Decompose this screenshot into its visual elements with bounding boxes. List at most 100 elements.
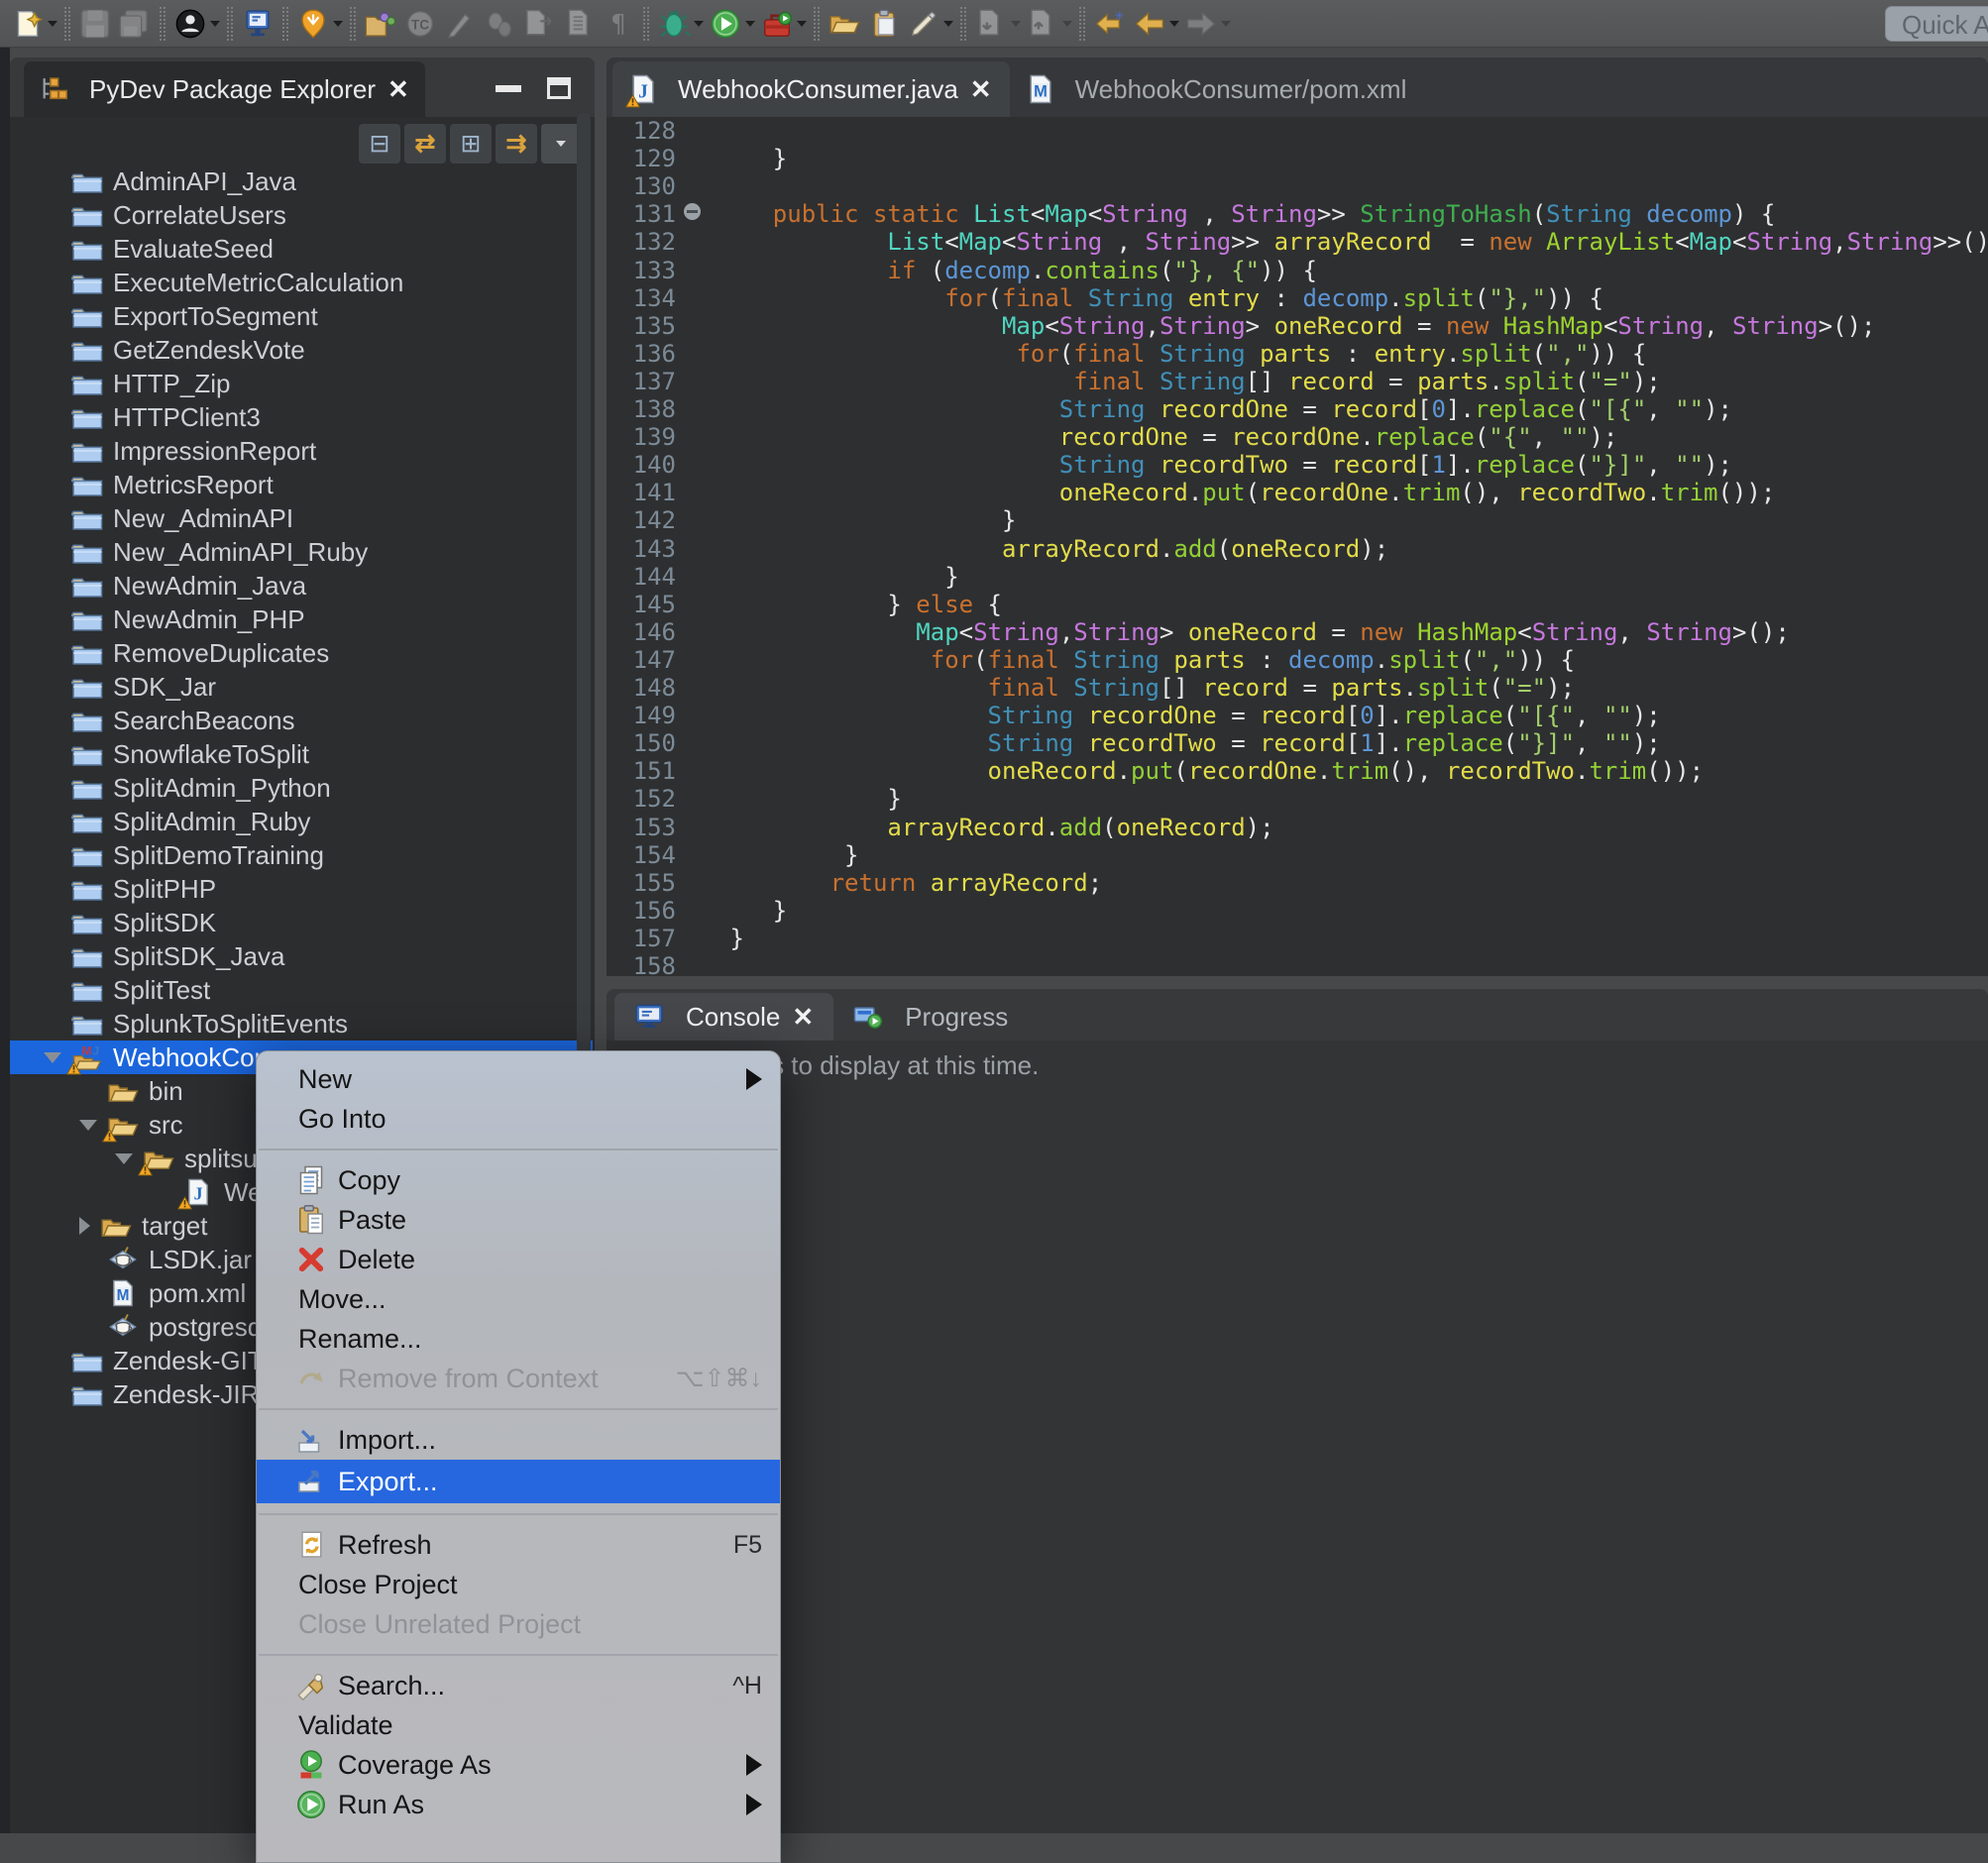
submenu-arrow-icon: [746, 1794, 762, 1815]
link-with-editor-icon[interactable]: ⇄: [404, 124, 446, 164]
menu-item-export[interactable]: Export...: [257, 1460, 780, 1503]
tree-item-httpclient3[interactable]: HTTPClient3: [10, 400, 593, 434]
maximize-view-icon[interactable]: [547, 77, 571, 99]
code-editor[interactable]: 128129 }130131 public static List<Map<St…: [607, 117, 1988, 976]
console-tab-progress[interactable]: Progress: [833, 993, 1028, 1041]
editor-tab-webhookconsumer-pom-xml[interactable]: MWebhookConsumer/pom.xml: [1010, 61, 1425, 117]
tree-item-http-zip[interactable]: HTTP_Zip: [10, 367, 593, 400]
tree-item-snowflaketosplit[interactable]: SnowflakeToSplit: [10, 737, 593, 771]
menu-item-move[interactable]: Move...: [257, 1279, 780, 1319]
menu-item-rename[interactable]: Rename...: [257, 1319, 780, 1359]
debug-icon[interactable]: [656, 5, 692, 43]
menu-item-paste[interactable]: Paste: [257, 1200, 780, 1240]
checkstyle-icon[interactable]: [295, 5, 331, 43]
fold-collapse-icon[interactable]: [676, 200, 716, 228]
user-profile-icon[interactable]: [172, 5, 208, 43]
tree-item-label: SearchBeacons: [113, 706, 295, 736]
tree-item-getzendeskvote[interactable]: GetZendeskVote: [10, 333, 593, 367]
back-arrow-icon-dropdown[interactable]: [1169, 21, 1179, 27]
open-folder-icon: [100, 1212, 132, 1240]
back-history-icon[interactable]: ✳: [1092, 5, 1128, 43]
code-line-128: 128: [607, 117, 1988, 145]
close-icon[interactable]: ✕: [792, 1002, 814, 1033]
code-line-138: 138 String recordOne = record[0].replace…: [607, 395, 1988, 423]
menu-item-label: Refresh: [338, 1530, 432, 1561]
run-icon-dropdown[interactable]: [745, 21, 755, 27]
tree-item-executemetriccalculation[interactable]: ExecuteMetricCalculation: [10, 266, 593, 299]
tree-item-splunktosplitevents[interactable]: SplunkToSplitEvents: [10, 1007, 593, 1041]
minimize-view-icon[interactable]: [496, 85, 521, 92]
menu-item-validate[interactable]: Validate: [257, 1705, 780, 1745]
tree-item-label: pom.xml: [149, 1278, 246, 1309]
expand-all-icon[interactable]: ⊞: [450, 124, 492, 164]
menu-item-import[interactable]: Import...: [257, 1420, 780, 1460]
user-profile-icon-dropdown[interactable]: [210, 21, 220, 27]
new-wizard-icon[interactable]: [10, 5, 46, 43]
open-folder-icon[interactable]: [827, 5, 862, 43]
line-number: 132: [607, 228, 676, 256]
tree-item-searchbeacons[interactable]: SearchBeacons: [10, 704, 593, 737]
tree-item-correlateusers[interactable]: CorrelateUsers: [10, 198, 593, 232]
tree-item-new-adminapi[interactable]: New_AdminAPI: [10, 501, 593, 535]
chevron-right-icon[interactable]: [79, 1217, 90, 1235]
tree-item-removeduplicates[interactable]: RemoveDuplicates: [10, 636, 593, 670]
tree-item-newadmin-php[interactable]: NewAdmin_PHP: [10, 603, 593, 636]
package-presentation-icon[interactable]: ⇉: [496, 124, 537, 164]
chevron-down-icon[interactable]: [115, 1153, 133, 1164]
menu-item-search[interactable]: Search...^H: [257, 1666, 780, 1705]
close-icon[interactable]: ✕: [387, 74, 409, 105]
tree-item-adminapi-java[interactable]: AdminAPI_Java: [10, 164, 593, 198]
tree-item-splitadmin-ruby[interactable]: SplitAdmin_Ruby: [10, 805, 593, 838]
menu-item-new[interactable]: New: [257, 1059, 780, 1099]
tree-item-evaluateseed[interactable]: EvaluateSeed: [10, 232, 593, 266]
chevron-down-icon[interactable]: [79, 1120, 97, 1131]
marker-pen-icon[interactable]: [906, 5, 941, 43]
tree-item-splitsdk-java[interactable]: SplitSDK_Java: [10, 939, 593, 973]
tree-item-metricsreport[interactable]: MetricsReport: [10, 468, 593, 501]
checkstyle-icon-dropdown[interactable]: [333, 21, 343, 27]
profile-toolbox-icon[interactable]: [759, 5, 795, 43]
back-arrow-icon[interactable]: [1132, 5, 1167, 43]
menu-separator: [259, 1408, 778, 1410]
tree-item-impressionreport[interactable]: ImpressionReport: [10, 434, 593, 468]
menu-item-go-into[interactable]: Go Into: [257, 1099, 780, 1139]
view-menu-icon[interactable]: [541, 124, 581, 164]
remote-console-icon[interactable]: [240, 5, 276, 43]
code-text: }: [716, 897, 787, 925]
tree-item-splitsdk[interactable]: SplitSDK: [10, 906, 593, 939]
code-line-135: 135 Map<String,String> oneRecord = new H…: [607, 312, 1988, 340]
clipboard-folder-icon[interactable]: [866, 5, 902, 43]
close-icon[interactable]: ✕: [970, 74, 992, 105]
search-icon: [296, 1671, 326, 1700]
chevron-down-icon[interactable]: [44, 1052, 61, 1063]
menu-item-run-as[interactable]: Run As: [257, 1785, 780, 1824]
tree-item-sdk-jar[interactable]: SDK_Jar: [10, 670, 593, 704]
editor-tab-webhookconsumer-java[interactable]: JWebhookConsumer.java✕: [612, 61, 1010, 117]
quick-access-box[interactable]: Quick Access: [1885, 6, 1988, 42]
tree-item-new-adminapi-ruby[interactable]: New_AdminAPI_Ruby: [10, 535, 593, 569]
tree-item-splitadmin-python[interactable]: SplitAdmin_Python: [10, 771, 593, 805]
tree-item-label: bin: [149, 1076, 183, 1107]
collapse-all-icon[interactable]: ⊟: [359, 124, 400, 164]
marker-pen-icon-dropdown[interactable]: [943, 21, 953, 27]
tree-item-exporttosegment[interactable]: ExportToSegment: [10, 299, 593, 333]
menu-item-refresh[interactable]: RefreshF5: [257, 1525, 780, 1565]
menu-item-copy[interactable]: Copy: [257, 1160, 780, 1200]
new-package-wizard-icon[interactable]: [363, 5, 398, 43]
tree-item-splittest[interactable]: SplitTest: [10, 973, 593, 1007]
console-tab-console[interactable]: Console✕: [614, 993, 833, 1041]
debug-icon-dropdown[interactable]: [694, 21, 704, 27]
menu-item-coverage-as[interactable]: Coverage As: [257, 1745, 780, 1785]
profile-toolbox-icon-dropdown[interactable]: [797, 21, 807, 27]
tree-item-newadmin-java[interactable]: NewAdmin_Java: [10, 569, 593, 603]
code-line-156: 156 }: [607, 897, 1988, 925]
run-icon[interactable]: [708, 5, 743, 43]
tree-item-splitdemotraining[interactable]: SplitDemoTraining: [10, 838, 593, 872]
menu-item-close-project[interactable]: Close Project: [257, 1565, 780, 1604]
export-icon: [296, 1465, 326, 1494]
menu-item-delete[interactable]: Delete: [257, 1240, 780, 1279]
tab-pydev-package-explorer[interactable]: PyDev Package Explorer ✕: [24, 61, 425, 117]
java-file-icon: J: [630, 74, 656, 104]
tree-item-splitphp[interactable]: SplitPHP: [10, 872, 593, 906]
new-wizard-icon-dropdown[interactable]: [48, 21, 57, 27]
